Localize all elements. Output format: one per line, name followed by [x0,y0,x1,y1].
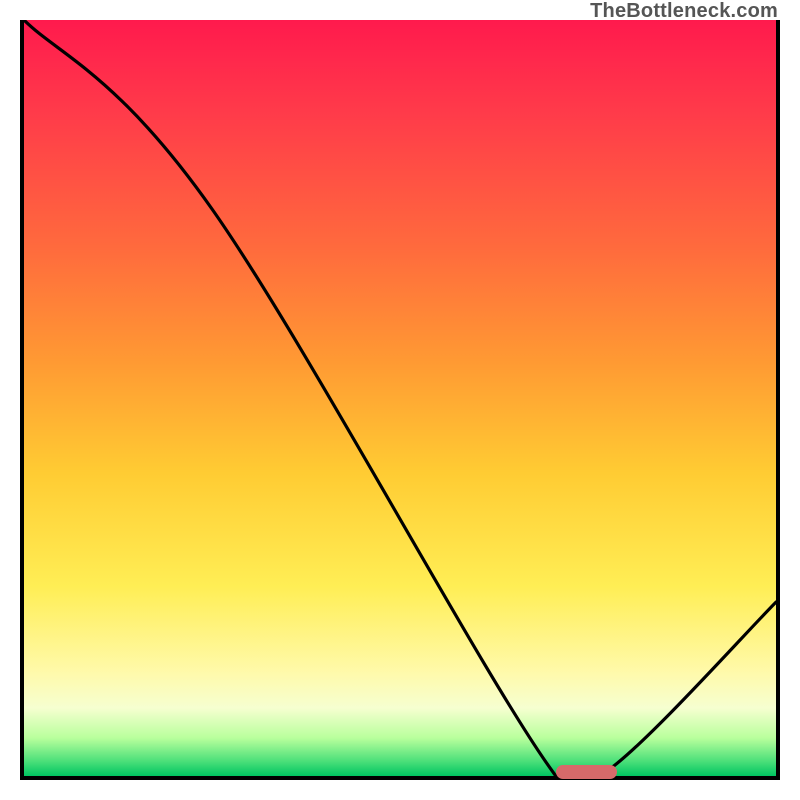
bottleneck-curve [24,20,776,776]
chart-stage: TheBottleneck.com [0,0,800,800]
plot-area [20,20,780,780]
curve-path [24,20,776,776]
valley-marker [556,765,617,779]
